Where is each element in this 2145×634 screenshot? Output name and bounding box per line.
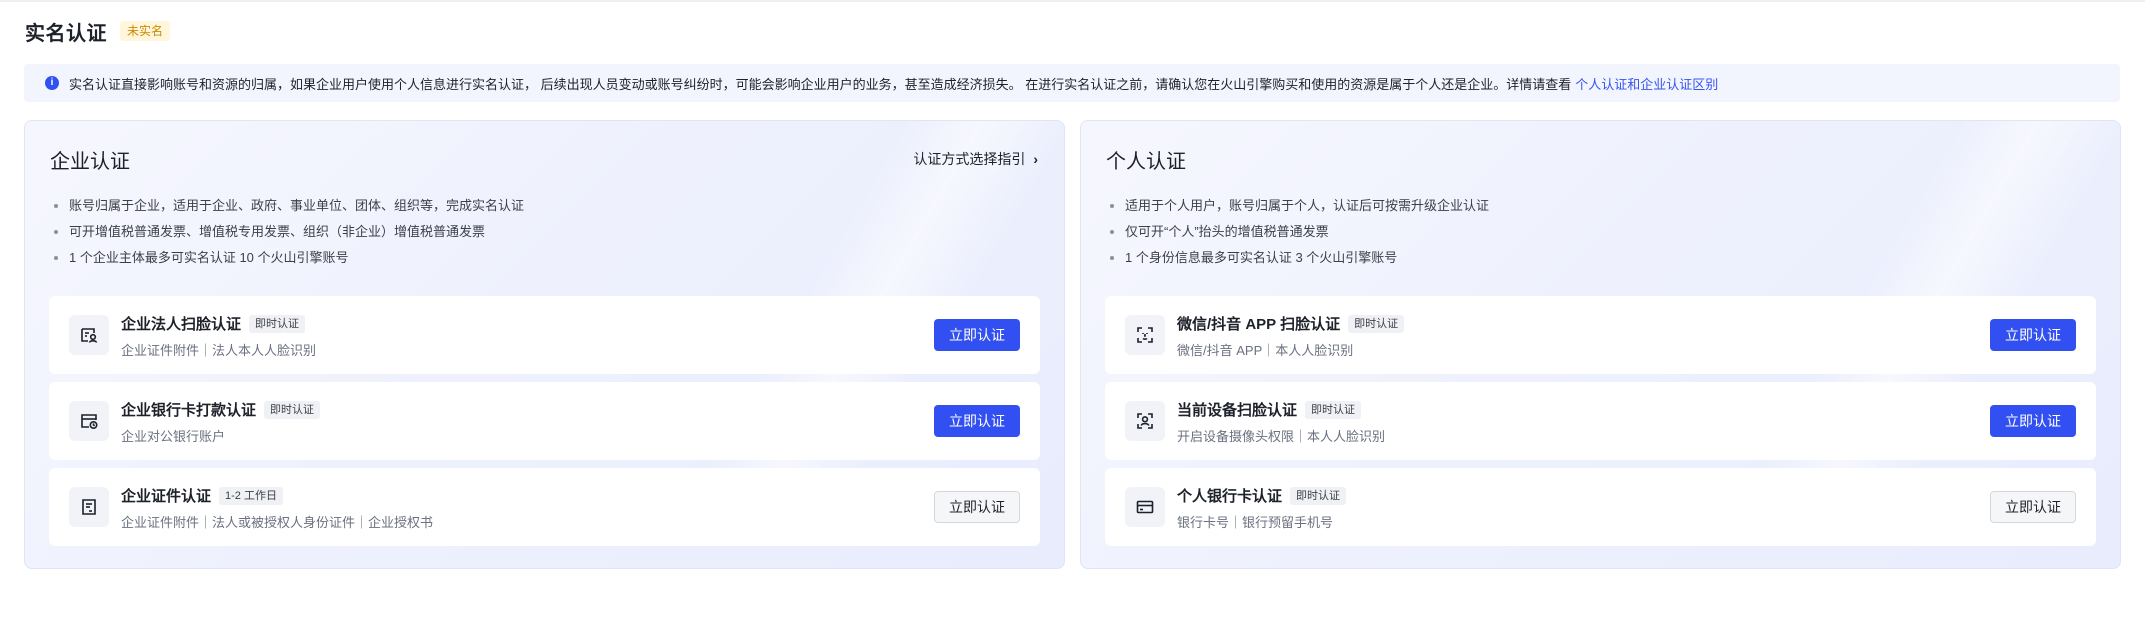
method-name: 企业证件认证 [121, 488, 212, 505]
personal-title: 个人认证 [1106, 151, 1186, 173]
enterprise-bullets: 账号归属于企业，适用于企业、政府、事业单位、团体、组织等，完成实名认证 可开增值… [54, 193, 524, 271]
notice-bar: i 实名认证直接影响账号和资源的归属，如果企业用户使用个人信息进行实名认证， 后… [24, 64, 2120, 102]
enterprise-title: 企业认证 [50, 151, 130, 173]
list-item: 适用于个人用户，账号归属于个人，认证后可按需升级企业认证 [1110, 193, 1489, 219]
list-item: 1 个企业主体最多可实名认证 10 个火山引擎账号 [54, 245, 524, 271]
method-tag: 即时认证 [1290, 486, 1347, 505]
method-name: 企业银行卡打款认证 [121, 402, 257, 419]
top-divider [0, 0, 2145, 2]
verify-documents-button[interactable]: 立即认证 [934, 491, 1020, 523]
verify-legal-face-button[interactable]: 立即认证 [934, 319, 1020, 351]
document-icon [69, 487, 109, 527]
method-desc: 开启设备摄像头权限｜本人人脸识别 [1177, 429, 1386, 444]
method-tag: 即时认证 [264, 400, 321, 419]
verify-bank-card-button[interactable]: 立即认证 [1990, 491, 2076, 523]
personal-bullets: 适用于个人用户，账号归属于个人，认证后可按需升级企业认证 仅可开“个人”抬头的增… [1110, 193, 1489, 271]
credit-card-icon [1125, 487, 1165, 527]
method-card-bank-transfer: 企业银行卡打款认证 即时认证 企业对公银行账户 立即认证 [49, 382, 1040, 460]
bank-card-clock-icon [69, 401, 109, 441]
personal-panel: 个人认证 适用于个人用户，账号归属于个人，认证后可按需升级企业认证 仅可开“个人… [1080, 120, 2121, 569]
face-scan-icon [1125, 315, 1165, 355]
guide-link-label: 认证方式选择指引 [913, 151, 1026, 167]
method-name: 企业法人扫脸认证 [121, 316, 242, 333]
enterprise-panel: 企业认证 认证方式选择指引 › 账号归属于企业，适用于企业、政府、事业单位、团体… [24, 120, 1065, 569]
method-name: 个人银行卡认证 [1177, 488, 1283, 505]
method-name: 微信/抖音 APP 扫脸认证 [1177, 316, 1341, 333]
list-item: 可开增值税普通发票、增值税专用发票、组织（非企业）增值税普通发票 [54, 219, 524, 245]
page-title: 实名认证 [25, 22, 107, 45]
method-tag: 即时认证 [1348, 314, 1405, 333]
list-item: 账号归属于企业，适用于企业、政府、事业单位、团体、组织等，完成实名认证 [54, 193, 524, 219]
page-header: 实名认证 未实名 [25, 18, 171, 45]
list-item: 1 个身份信息最多可实名认证 3 个火山引擎账号 [1110, 245, 1489, 271]
method-name: 当前设备扫脸认证 [1177, 402, 1298, 419]
method-card-bank-card: 个人银行卡认证 即时认证 银行卡号｜银行预留手机号 立即认证 [1105, 468, 2096, 546]
chevron-right-icon: › [1033, 151, 1038, 167]
notice-link[interactable]: 个人认证和企业认证区别 [1575, 74, 1718, 93]
method-desc: 企业证件附件｜法人本人人脸识别 [121, 343, 317, 358]
status-badge: 未实名 [120, 21, 171, 41]
method-card-legal-face: 企业法人扫脸认证 即时认证 企业证件附件｜法人本人人脸识别 立即认证 [49, 296, 1040, 374]
person-scan-icon [1125, 401, 1165, 441]
method-tag: 即时认证 [249, 314, 306, 333]
list-item: 仅可开“个人”抬头的增值税普通发票 [1110, 219, 1489, 245]
info-icon: i [45, 76, 59, 90]
method-tag: 即时认证 [1305, 400, 1362, 419]
verify-device-face-button[interactable]: 立即认证 [1990, 405, 2076, 437]
method-tag: 1-2 工作日 [219, 486, 283, 505]
verify-bank-transfer-button[interactable]: 立即认证 [934, 405, 1020, 437]
verify-app-face-button[interactable]: 立即认证 [1990, 319, 2076, 351]
id-face-icon [69, 315, 109, 355]
method-desc: 企业证件附件｜法人或被授权人身份证件｜企业授权书 [121, 515, 434, 530]
guide-link[interactable]: 认证方式选择指引 › [913, 149, 1038, 169]
method-desc: 企业对公银行账户 [121, 429, 226, 444]
method-desc: 银行卡号｜银行预留手机号 [1177, 515, 1334, 530]
notice-text: 实名认证直接影响账号和资源的归属，如果企业用户使用个人信息进行实名认证， 后续出… [69, 76, 1572, 92]
method-desc: 微信/抖音 APP｜本人人脸识别 [1177, 343, 1354, 358]
method-card-documents: 企业证件认证 1-2 工作日 企业证件附件｜法人或被授权人身份证件｜企业授权书 … [49, 468, 1040, 546]
method-card-app-face: 微信/抖音 APP 扫脸认证 即时认证 微信/抖音 APP｜本人人脸识别 立即认… [1105, 296, 2096, 374]
method-card-device-face: 当前设备扫脸认证 即时认证 开启设备摄像头权限｜本人人脸识别 立即认证 [1105, 382, 2096, 460]
